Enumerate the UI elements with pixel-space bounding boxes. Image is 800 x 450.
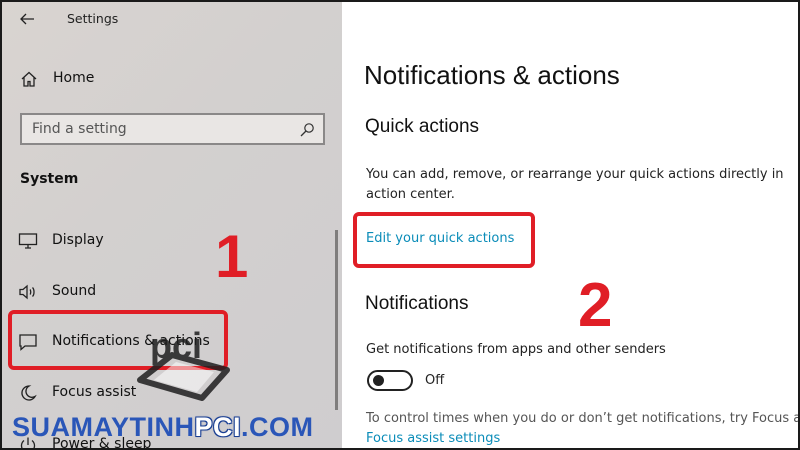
screenshot-frame: Settings Home Find a setting System Disp…	[0, 0, 800, 450]
back-button[interactable]	[14, 7, 40, 31]
toggle-state-text: Off	[425, 373, 445, 388]
callout-number-1: 1	[215, 223, 249, 290]
watermark-text-part3: .COM	[241, 412, 314, 442]
callout-number-2: 2	[578, 271, 613, 340]
watermark-text: SUAMAYTINHPCI.COM	[12, 412, 314, 443]
sidebar-item-label: Home	[53, 70, 95, 86]
sidebar-item-display[interactable]: Display	[10, 223, 328, 259]
sidebar-item-label: Focus assist	[52, 384, 137, 400]
sidebar-scrollbar[interactable]	[335, 230, 338, 410]
notifications-heading: Notifications	[365, 293, 469, 314]
search-placeholder: Find a setting	[32, 121, 127, 137]
search-input[interactable]: Find a setting	[20, 113, 325, 145]
sidebar-item-label: Sound	[52, 283, 97, 299]
toggle-knob	[373, 375, 384, 386]
focus-assist-settings-link[interactable]: Focus assist settings	[366, 431, 500, 446]
sidebar-item-label: Display	[52, 232, 104, 248]
notifications-toggle[interactable]	[367, 370, 413, 391]
quick-actions-description: You can add, remove, or rearrange your q…	[366, 167, 784, 202]
back-arrow-icon	[20, 13, 34, 25]
app-title: Settings	[67, 11, 119, 26]
quick-actions-heading: Quick actions	[365, 116, 480, 137]
focus-assist-description: To control times when you do or don’t ge…	[366, 411, 800, 426]
watermark-text-part2: PCI	[194, 412, 242, 442]
sidebar-item-home[interactable]: Home	[12, 64, 332, 94]
titlebar: Settings	[2, 2, 342, 38]
home-icon	[21, 71, 37, 87]
highlight-box-edit-quick-actions	[353, 212, 535, 268]
section-label-system: System	[20, 171, 79, 187]
search-icon[interactable]	[299, 122, 315, 138]
sidebar-item-sound[interactable]: Sound	[10, 274, 328, 310]
notifications-toggle-label: Get notifications from apps and other se…	[366, 342, 666, 357]
page-title: Notifications & actions	[364, 60, 620, 90]
moon-icon	[21, 385, 37, 401]
watermark-logo-text: pci	[150, 325, 202, 366]
watermark-logo-icon: pci	[137, 325, 230, 401]
speaker-icon	[19, 284, 35, 300]
main-content: Notifications & actions Quick actions Yo…	[342, 2, 800, 448]
monitor-icon	[18, 233, 38, 249]
watermark-text-part1: SUAMAYTINH	[12, 412, 195, 442]
